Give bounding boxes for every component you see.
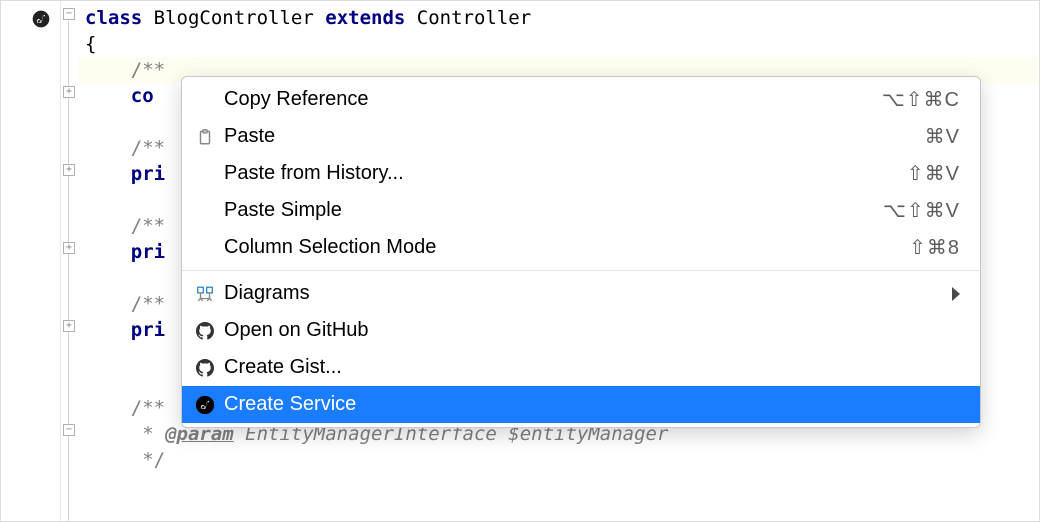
symfony-icon	[194, 394, 216, 416]
menu-open-github[interactable]: Open on GitHub	[182, 312, 980, 349]
fold-marker[interactable]: +	[63, 242, 75, 254]
menu-item-label: Open on GitHub	[224, 319, 960, 342]
symfony-gutter-icon[interactable]	[31, 9, 51, 29]
menu-paste[interactable]: Paste ⌘V	[182, 118, 980, 155]
menu-item-label: Paste Simple	[224, 199, 883, 222]
gutter-fold: − + + + + −	[61, 1, 79, 521]
github-icon	[194, 320, 216, 342]
fold-marker[interactable]: +	[63, 320, 75, 332]
fold-marker[interactable]: +	[63, 164, 75, 176]
blank-icon	[194, 163, 216, 185]
gutter-left	[1, 1, 61, 521]
menu-diagrams[interactable]: Diagrams	[182, 275, 980, 312]
menu-shortcut: ⌘V	[925, 124, 960, 149]
context-menu: Copy Reference ⌥⇧⌘C Paste ⌘V Paste from …	[181, 76, 981, 428]
menu-paste-simple[interactable]: Paste Simple ⌥⇧⌘V	[182, 192, 980, 229]
blank-icon	[194, 89, 216, 111]
menu-paste-history[interactable]: Paste from History... ⇧⌘V	[182, 155, 980, 192]
submenu-arrow-icon	[952, 287, 960, 301]
menu-item-label: Diagrams	[224, 282, 942, 305]
blank-icon	[194, 237, 216, 259]
code-line: {	[79, 31, 1039, 57]
code-line: class BlogController extends Controller	[79, 5, 1039, 31]
menu-create-service[interactable]: Create Service	[182, 386, 980, 423]
menu-shortcut: ⇧⌘V	[907, 161, 960, 186]
menu-item-label: Column Selection Mode	[224, 236, 909, 259]
menu-shortcut: ⌥⇧⌘V	[883, 198, 960, 223]
menu-item-label: Create Gist...	[224, 356, 960, 379]
menu-shortcut: ⌥⇧⌘C	[882, 87, 960, 112]
menu-item-label: Paste	[224, 125, 925, 148]
menu-column-selection[interactable]: Column Selection Mode ⇧⌘8	[182, 229, 980, 266]
diagram-icon	[194, 283, 216, 305]
paste-icon	[194, 126, 216, 148]
menu-create-gist[interactable]: Create Gist...	[182, 349, 980, 386]
blank-icon	[194, 200, 216, 222]
menu-shortcut: ⇧⌘8	[909, 235, 960, 260]
menu-item-label: Copy Reference	[224, 88, 882, 111]
menu-item-label: Paste from History...	[224, 162, 907, 185]
menu-item-label: Create Service	[224, 393, 960, 416]
github-icon	[194, 357, 216, 379]
fold-marker[interactable]: +	[63, 86, 75, 98]
menu-copy-reference[interactable]: Copy Reference ⌥⇧⌘C	[182, 81, 980, 118]
fold-marker[interactable]: −	[63, 8, 75, 20]
fold-marker[interactable]: −	[63, 424, 75, 436]
menu-separator	[182, 270, 980, 271]
code-line: */	[79, 447, 1039, 473]
